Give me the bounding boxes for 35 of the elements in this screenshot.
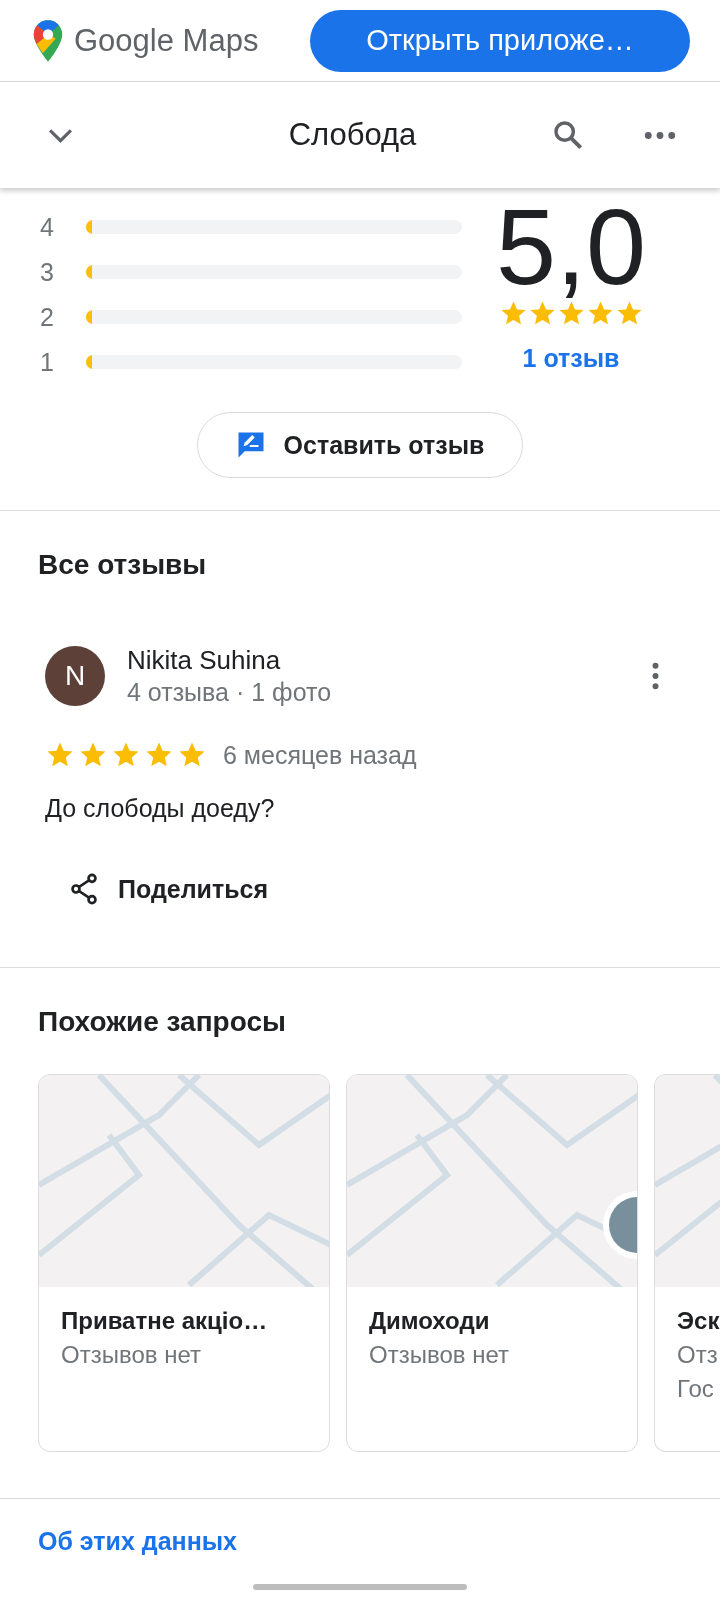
rating-level-label: 3	[40, 257, 55, 287]
place-name: Приватне акціо…	[61, 1307, 268, 1335]
place-detail: Отзывов нет	[369, 1341, 509, 1369]
average-score: 5,0	[495, 190, 647, 304]
section-title: Все отзывы	[38, 548, 208, 581]
place-card[interactable]: Приватне акціо… Отзывов нет	[38, 1074, 330, 1452]
search-icon[interactable]	[552, 119, 584, 151]
review-text: До слободы доеду?	[45, 794, 276, 823]
share-button[interactable]: Поделиться	[68, 873, 269, 905]
place-detail: Отз	[677, 1341, 718, 1369]
maps-pin-icon	[32, 18, 64, 63]
review-count-link[interactable]: 1 отзыв	[522, 344, 620, 374]
place-card[interactable]: Эск Отз Гос	[654, 1074, 720, 1452]
about-data-link[interactable]: Об этих данных	[38, 1527, 237, 1556]
place-detail: Гос	[677, 1375, 714, 1403]
more-vertical-icon[interactable]	[651, 662, 660, 690]
rating-level-label: 1	[40, 347, 55, 377]
rating-level-label: 2	[40, 302, 55, 332]
place-card[interactable]: Димоходи Отзывов нет	[346, 1074, 638, 1452]
place-detail: Отзывов нет	[61, 1341, 201, 1369]
open-app-button[interactable]: Открыть приложе…	[310, 9, 690, 72]
section-title: Похожие запросы	[38, 1005, 287, 1038]
place-name: Димоходи	[369, 1307, 490, 1335]
reviewer-name[interactable]: Nikita Suhina	[127, 645, 281, 676]
review-time: 6 месяцев назад	[223, 740, 417, 770]
write-review-button[interactable]: Оставить отзыв	[197, 412, 523, 478]
chevron-down-icon[interactable]	[48, 127, 73, 143]
place-title: Слобода	[287, 117, 418, 153]
more-icon[interactable]	[644, 130, 676, 140]
rating-level-label: 4	[40, 212, 55, 242]
avatar[interactable]: N	[45, 646, 105, 706]
share-icon	[68, 873, 100, 905]
place-name: Эск	[677, 1307, 720, 1335]
brand-name: Google Maps	[74, 22, 259, 59]
reviewer-stats: 4 отзыва · 1 фото	[127, 678, 332, 707]
